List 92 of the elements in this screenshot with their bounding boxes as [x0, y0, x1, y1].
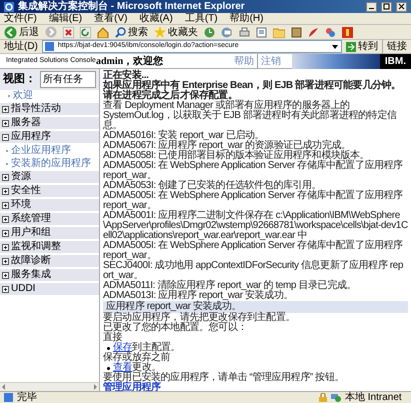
log-message: ADMA5005I: 在 WebSphere Application Server 存储库中配置了应用程序 report_war。	[103, 191, 404, 211]
back-button[interactable]: 后退	[4, 24, 39, 40]
option-text: 查看更改。	[113, 363, 162, 373]
nav-link[interactable]: 欢迎	[13, 90, 33, 102]
plus-box-icon	[2, 272, 9, 278]
plus-box-icon	[2, 174, 9, 180]
menu-item[interactable]: 工具(T)	[184, 12, 218, 24]
maximize-icon	[383, 3, 390, 10]
help-link[interactable]: 帮助	[230, 54, 257, 68]
manage-applications-link[interactable]: 管理应用程序	[103, 383, 161, 393]
lock-icon	[319, 393, 327, 402]
info-text: 要使用已安装的应用程序，请单击 “管理应用程序” 按钮。	[103, 373, 346, 383]
menu-item[interactable]: 帮助(H)	[230, 12, 264, 24]
result-banner: 应用程序 report_war 安装成功。	[103, 301, 408, 313]
network-icon	[331, 393, 341, 402]
nav-group[interactable]: 安全性	[0, 185, 99, 198]
log-message: SECJ0400I: 成功地用 appContextIDForSecurity 信息更新了应用程序 report_war。	[103, 261, 404, 281]
refresh-icon[interactable]	[80, 26, 91, 38]
log-message: ADMA5005I: 在 WebSphere Application Server 存储库中配置了应用程序 report_war。	[103, 161, 404, 181]
status-heading: 正在安装...	[103, 71, 149, 81]
menu-item[interactable]: 文件(F)	[4, 12, 37, 24]
option-link[interactable]: 查看	[113, 362, 132, 373]
info-text: 保存或放弃之前	[103, 353, 172, 363]
search-icon	[115, 26, 126, 38]
plus-box-icon	[2, 188, 9, 194]
maximize-button[interactable]	[381, 2, 392, 12]
nav-group[interactable]: 服务器	[0, 117, 99, 130]
log-message: ADMA5001I: 应用程序二进制文件保存在 c:\Application\IBM\WebSphere\AppServer\profiles\Dmgr02\wstemp\92668781\workspace\cells\bjat-dev1Cell02\applications\report_war.ear\report_war.ear 中	[103, 211, 408, 241]
nav-group[interactable]: 环境	[0, 199, 99, 212]
nav-group[interactable]: UDDI	[0, 283, 99, 296]
scroll-right-icon[interactable]	[91, 383, 99, 391]
log-message: ADMA5067I: 应用程序 report_war 的资源验证已成功完成。	[103, 141, 351, 151]
plus-box-icon	[2, 202, 9, 208]
nav-group[interactable]: 用户和组	[0, 227, 99, 240]
window-title: 集成解决方案控制台 - Microsoft Internet Explorer	[18, 0, 246, 12]
plus-box-icon	[2, 216, 9, 222]
nav-group[interactable]: 监视和调整	[0, 241, 99, 254]
log-message: ADMA5005I: 在 WebSphere Application Server 存储库中配置了应用程序 report_war。	[103, 241, 404, 261]
plus-box-icon	[2, 286, 9, 292]
star-icon	[154, 26, 166, 38]
info-text: 直接	[103, 333, 122, 343]
view-label: 视图：	[3, 72, 36, 88]
log-message: ADMA5053I: 创建了已安装的任选软件包的库引用。	[103, 181, 322, 191]
info-text: 查看 Deployment Manager 或部署有应用程序的服务器上的 SystemOut.log，以获取关于 EJB 部署进程时有关此部署进程的特定信息。	[103, 101, 398, 131]
menu-item[interactable]: 收藏(A)	[139, 12, 173, 24]
nav-group[interactable]: 故障诊断	[0, 255, 99, 268]
scroll-left-icon[interactable]	[0, 383, 8, 391]
welcome-text: admin，欢迎您	[96, 54, 164, 68]
address-label: 地址(D)	[4, 40, 38, 54]
info-text: 已更改了您的本地配置。您可以：	[103, 323, 248, 333]
close-button[interactable]	[396, 2, 407, 12]
folder-icon[interactable]	[273, 26, 285, 38]
minimize-button[interactable]	[366, 2, 377, 12]
minus-box-icon	[2, 134, 9, 140]
warning-text: 如果应用程序中有 Enterprise Bean，则 EJB 部署进程可能要几分钟。请在进程完成之后才保存配置。	[103, 81, 402, 101]
nav-group[interactable]: 资源	[0, 171, 99, 184]
plus-box-icon	[2, 120, 9, 126]
nav-group[interactable]: 应用程序	[0, 131, 99, 144]
option-link[interactable]: 保存	[113, 342, 132, 353]
home-icon[interactable]	[97, 26, 109, 38]
info-text: 要启动应用程序，请先把更改保存到主配置。	[103, 313, 296, 323]
search-button[interactable]: 搜索	[115, 24, 148, 40]
zone-text: 本地 Intranet	[345, 392, 403, 403]
log-message: ADMA5016I: 安装 report_war 已启动。	[103, 131, 264, 141]
go-button[interactable]: 转到	[346, 39, 378, 54]
view-select[interactable]: 所有任务	[40, 71, 96, 88]
plus-box-icon	[2, 230, 9, 236]
log-message: ADMA5013I: 应用程序 report_war 安装成功。	[103, 291, 294, 301]
menu-item[interactable]: 查看(V)	[94, 12, 128, 24]
plus-box-icon	[2, 258, 9, 264]
close-icon	[398, 3, 405, 10]
horizontal-scrollbar[interactable]	[0, 382, 99, 391]
favorites-button[interactable]: 收藏夹	[154, 24, 198, 40]
status-text: 完毕	[17, 392, 38, 403]
nav-group[interactable]: 指导性活动	[0, 103, 99, 116]
print-icon[interactable]	[239, 26, 250, 38]
option-text: 保存到主配置。	[113, 343, 180, 353]
menu-item[interactable]: 编辑(E)	[48, 12, 82, 24]
log-message: ADMA5058I: 已使用部署目标的版本验证应用程序和模块版本。	[103, 151, 370, 161]
log-message: ADMA5011I: 清除应用程序 report_war 的 temp 目录已完成。	[103, 281, 358, 291]
plus-box-icon	[2, 106, 9, 112]
bullet-icon	[107, 346, 110, 350]
ibm-logo: IBM.	[380, 54, 411, 68]
nav-link[interactable]: 企业应用程序	[11, 144, 71, 156]
go-arrow-icon	[346, 42, 356, 52]
stop-icon[interactable]	[63, 26, 74, 38]
nav-group[interactable]: 服务集成	[0, 269, 99, 282]
bullet-icon	[107, 366, 110, 370]
plus-box-icon	[2, 244, 9, 250]
nav-link[interactable]: 安装新的应用程序	[11, 158, 91, 170]
dropdown-arrow-icon[interactable]	[331, 42, 339, 50]
nav-group[interactable]: 系统管理	[0, 213, 99, 226]
